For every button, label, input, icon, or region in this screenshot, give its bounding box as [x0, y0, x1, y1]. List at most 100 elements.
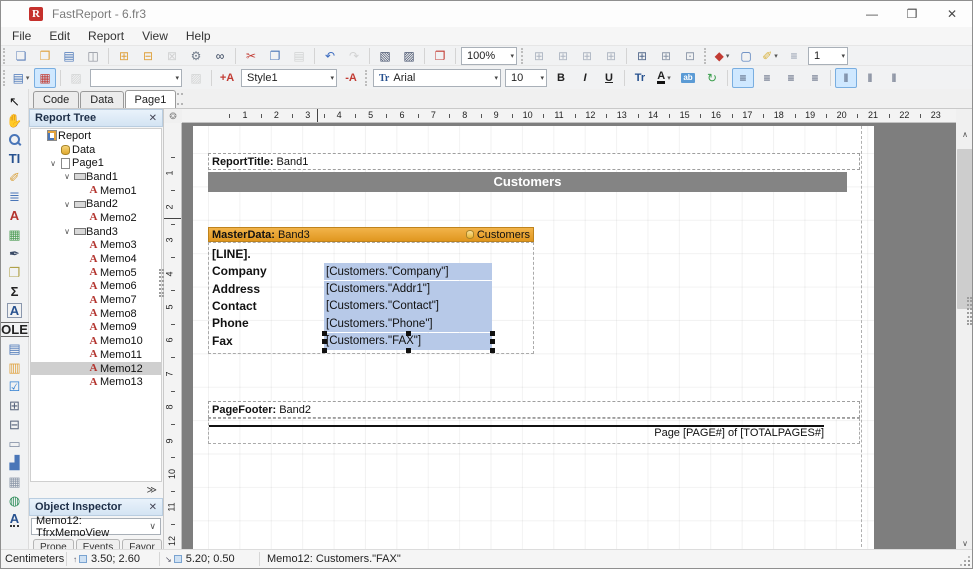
tree-item-memo10[interactable]: A Memo10 [31, 334, 161, 348]
align-text-justify-button[interactable]: ≡ [804, 68, 826, 88]
style-select[interactable]: Style1 ▾ [241, 69, 337, 87]
tab-page1[interactable]: Page1 [124, 90, 177, 108]
selection-handle[interactable] [322, 330, 327, 336]
font-settings-button[interactable]: Tr [629, 68, 651, 88]
align-text-left-button[interactable]: ≡ [732, 68, 754, 88]
scroll-thumb[interactable] [957, 149, 972, 309]
dataset-select[interactable]: ▾ [90, 69, 182, 87]
checkbox-object-button[interactable]: ☑ [4, 377, 26, 396]
font-family-select[interactable]: Tr Arial ▾ [373, 69, 501, 87]
line-color-button[interactable]: ✐ ▾ [759, 46, 781, 66]
tree-chevron-icon[interactable]: ∨ [61, 200, 73, 209]
field-label-memo[interactable]: Company [212, 264, 267, 278]
picture-object-button[interactable]: ▦ [4, 225, 26, 244]
tree-chevron-icon[interactable]: ∨ [47, 159, 59, 168]
tree-item-page1[interactable]: ∨ Page1 [31, 156, 161, 170]
design-canvas[interactable]: ReportTitle: Band1 Customers MasterData:… [182, 123, 956, 552]
hand-tool-button[interactable]: ✋ [4, 111, 26, 130]
line-style-button[interactable]: ≡ [783, 46, 805, 66]
tree-chevron-icon[interactable]: ∨ [61, 172, 73, 181]
align-h-centers-button[interactable]: ⊞ [552, 46, 574, 66]
sum-object-button[interactable]: Σ [4, 282, 26, 301]
format-painter-tool-button[interactable]: ✐ [4, 168, 26, 187]
tree-item-band1[interactable]: ∨ Band1 [31, 170, 161, 184]
tree-item-memo13[interactable]: A Memo13 [31, 375, 161, 389]
data-field-memo[interactable]: [Customers."FAX"] [322, 330, 495, 353]
selection-handle[interactable] [490, 330, 495, 336]
align-text-center-button[interactable]: ≡ [756, 68, 778, 88]
map-object-button[interactable]: ◍ [4, 491, 26, 510]
italic-button[interactable]: I [574, 68, 596, 88]
tree-item-data[interactable]: Data [31, 143, 161, 157]
pagefooter-band-header[interactable]: PageFooter: Band2 [208, 401, 860, 418]
tree-item-report[interactable]: Report [31, 129, 161, 143]
align-right-edges-button[interactable]: ⊞ [576, 46, 598, 66]
tree-expand-button[interactable]: ≫ [147, 485, 157, 496]
draw-object-button[interactable]: ✒ [4, 244, 26, 263]
field-label-memo[interactable]: Address [212, 282, 260, 296]
style-add-button[interactable]: +A [216, 68, 238, 88]
db-data-object-button[interactable]: ▥ [4, 358, 26, 377]
page-number-memo[interactable]: Page [PAGE#] of [TOTALPAGES#] [209, 427, 824, 439]
show-bands-button[interactable]: ❐ [429, 46, 451, 66]
field-label-memo[interactable]: [LINE]. [212, 247, 251, 261]
selection-handle[interactable] [490, 339, 495, 344]
field-label-memo[interactable]: Fax [212, 334, 233, 348]
outline-expand-object-button[interactable]: ⊞ [4, 396, 26, 415]
rotation-button[interactable]: ↻ [701, 68, 723, 88]
align-left-edges-button[interactable]: ⊞ [528, 46, 550, 66]
align-text-right-button[interactable]: ≡ [780, 68, 802, 88]
font-color-button[interactable]: A ▾ [653, 68, 675, 88]
pagefooter-band-body[interactable]: Page [PAGE#] of [TOTALPAGES#] [208, 418, 860, 444]
table-object-button[interactable]: ▦ [4, 472, 26, 491]
copy-button[interactable]: ❐ [264, 46, 286, 66]
text-object-button[interactable]: A [4, 206, 26, 225]
tree-item-memo1[interactable]: A Memo1 [31, 184, 161, 198]
vertical-scrollbar[interactable]: ∧ ∨ [956, 109, 972, 552]
customers-title-memo[interactable]: Customers [208, 172, 847, 192]
minimize-button[interactable]: — [852, 1, 892, 27]
selection-handle[interactable] [406, 347, 411, 353]
report-page[interactable]: ReportTitle: Band1 Customers MasterData:… [193, 126, 874, 552]
data-field-memo[interactable]: [Customers."Company"] [324, 263, 492, 281]
send-to-back-button[interactable]: ▨ [398, 46, 420, 66]
date-object-button[interactable]: ▤ [4, 339, 26, 358]
report-tree-close-icon[interactable]: ✕ [149, 113, 157, 124]
masterdata-band-header[interactable]: MasterData: Band3 Customers [208, 227, 534, 242]
band-tool-button[interactable]: ≣ [4, 187, 26, 206]
frame-none-button[interactable]: ⊞ [655, 46, 677, 66]
page-settings-button[interactable]: ⚙ [185, 46, 207, 66]
report-grid-button[interactable]: ▦ [34, 68, 56, 88]
data-field-memo[interactable]: [Customers."Contact"] [324, 297, 492, 315]
new-dialog-page-button[interactable]: ⊟ [137, 46, 159, 66]
tree-item-band3[interactable]: ∨ Band3 [31, 225, 161, 239]
object-inspector-close-icon[interactable]: ✕ [149, 502, 157, 513]
selection-handle[interactable] [490, 347, 495, 353]
selection-handle[interactable] [322, 347, 327, 353]
bold-button[interactable]: B [550, 68, 572, 88]
zoom-tool-button[interactable] [4, 130, 26, 149]
menu-help[interactable]: Help [177, 28, 220, 44]
barcode-object-button[interactable]: A [4, 510, 26, 529]
new-report-button[interactable]: ❏ [10, 46, 32, 66]
style-remove-button[interactable]: -A [340, 68, 362, 88]
reporttitle-band-header[interactable]: ReportTitle: Band1 [208, 153, 860, 170]
zoom-select[interactable]: 100% ▾ [461, 47, 517, 65]
tree-item-memo5[interactable]: A Memo5 [31, 266, 161, 280]
menu-report[interactable]: Report [79, 28, 133, 44]
tree-item-band2[interactable]: ∨ Band2 [31, 197, 161, 211]
menu-view[interactable]: View [133, 28, 177, 44]
close-button[interactable]: ✕ [932, 1, 972, 27]
selection-handle[interactable] [322, 339, 327, 344]
valign-center-button[interactable]: ‖ [859, 68, 881, 88]
align-to-grid-button[interactable]: ⊞ [600, 46, 622, 66]
ole-object-button[interactable]: OLE [1, 320, 30, 339]
tree-item-memo3[interactable]: A Memo3 [31, 239, 161, 253]
outline-collapse-object-button[interactable]: ⊟ [4, 415, 26, 434]
frame-style-button[interactable]: ▢ [735, 46, 757, 66]
scroll-up-button[interactable]: ∧ [957, 126, 972, 142]
valign-top-button[interactable]: ‖ [835, 68, 857, 88]
right-splitter-grip[interactable] [967, 297, 972, 325]
tree-item-memo7[interactable]: A Memo7 [31, 293, 161, 307]
fill-color-button[interactable]: ◆ ▾ [711, 46, 733, 66]
